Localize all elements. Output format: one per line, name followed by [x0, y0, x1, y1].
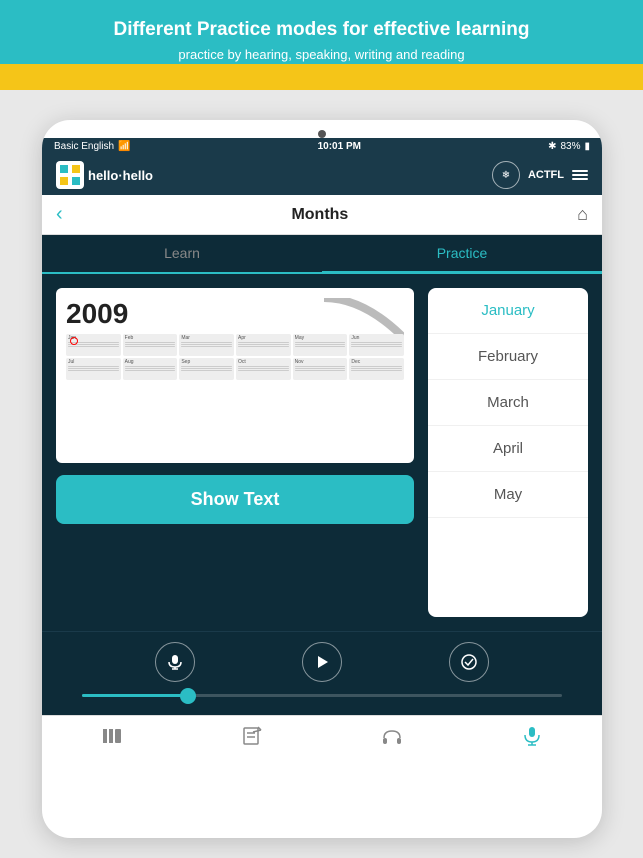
speak-icon: [520, 724, 544, 748]
headphones-icon: [380, 724, 404, 748]
actfl-logo: ❄: [492, 161, 520, 189]
carrier-name: Basic English: [54, 141, 114, 152]
tablet-frame: Basic English 📶 10:01 PM ✱ 83% ▮ hello·h…: [42, 120, 602, 838]
cal-month-jan: Jan: [66, 334, 121, 356]
calendar-decoration: [324, 298, 404, 338]
cal-month-aug: Aug: [123, 358, 178, 380]
app-header: hello·hello ❄ ACTFL: [42, 155, 602, 195]
tab-bar: Learn Practice: [42, 235, 602, 274]
main-content: Learn Practice 2009: [42, 235, 602, 715]
cal-month-jul: Jul: [66, 358, 121, 380]
cal-month-dec: Dec: [349, 358, 404, 380]
show-text-button[interactable]: Show Text: [56, 475, 414, 524]
cal-highlight: [70, 337, 78, 345]
nav-item-speak[interactable]: [520, 724, 544, 748]
cal-month-mar: Mar: [179, 334, 234, 356]
nav-item-write[interactable]: [240, 724, 264, 748]
progress-fill: [82, 694, 188, 697]
status-bar: Basic English 📶 10:01 PM ✱ 83% ▮: [42, 138, 602, 155]
calendar-grid: Jan Feb Mar: [66, 334, 404, 380]
tab-learn[interactable]: Learn: [42, 235, 322, 272]
content-panels: 2009 Jan: [42, 274, 602, 631]
status-time: 10:01 PM: [318, 141, 361, 152]
check-icon: [461, 654, 477, 670]
cal-month-jun: Jun: [349, 334, 404, 356]
camera-dot: [318, 130, 326, 138]
battery-icon: ▮: [584, 141, 590, 152]
cal-month-nov: Nov: [293, 358, 348, 380]
play-button[interactable]: [302, 642, 342, 682]
word-item-april[interactable]: April: [428, 426, 588, 472]
cal-month-apr: Apr: [236, 334, 291, 356]
bottom-nav: [42, 715, 602, 754]
nav-item-library[interactable]: [100, 724, 124, 748]
menu-button[interactable]: [572, 170, 588, 180]
check-button[interactable]: [449, 642, 489, 682]
play-icon: [315, 655, 329, 669]
left-panel: 2009 Jan: [56, 288, 414, 617]
page-title: Months: [291, 206, 348, 224]
progress-track[interactable]: [82, 694, 562, 697]
back-button[interactable]: ‹: [56, 203, 63, 226]
top-banner: Different Practice modes for effective l…: [0, 0, 643, 78]
word-list: January February March April May: [428, 288, 588, 518]
tab-practice[interactable]: Practice: [322, 235, 602, 274]
word-list-panel: January February March April May: [428, 288, 588, 617]
control-buttons: [42, 642, 602, 682]
library-icon: [100, 724, 124, 748]
cal-month-may: May: [293, 334, 348, 356]
banner-title: Different Practice modes for effective l…: [40, 18, 603, 43]
app-logo-icon: [56, 161, 84, 189]
actfl-text: ACTFL: [528, 169, 564, 181]
mic-button[interactable]: [155, 642, 195, 682]
home-button[interactable]: ⌂: [577, 204, 588, 225]
app-logo-text: hello·hello: [88, 168, 153, 183]
word-item-march[interactable]: March: [428, 380, 588, 426]
nav-bar: ‹ Months ⌂: [42, 195, 602, 235]
logo-container: hello·hello: [56, 161, 153, 189]
write-icon: [240, 724, 264, 748]
status-left: Basic English 📶: [54, 141, 130, 152]
word-item-may[interactable]: May: [428, 472, 588, 518]
banner-subtitle: practice by hearing, speaking, writing a…: [40, 47, 603, 62]
bluetooth-icon: ✱: [548, 141, 556, 152]
cal-month-oct: Oct: [236, 358, 291, 380]
calendar-image: 2009 Jan: [56, 288, 414, 463]
battery-level: 83%: [560, 141, 580, 152]
nav-item-listen[interactable]: [380, 724, 404, 748]
progress-thumb[interactable]: [180, 688, 196, 704]
wifi-icon: 📶: [118, 141, 130, 152]
cal-month-sep: Sep: [179, 358, 234, 380]
word-item-february[interactable]: February: [428, 334, 588, 380]
word-item-january[interactable]: January: [428, 288, 588, 334]
bottom-controls: [42, 631, 602, 715]
status-right: ✱ 83% ▮: [548, 141, 590, 152]
progress-container: [42, 694, 602, 697]
header-right: ❄ ACTFL: [492, 161, 588, 189]
mic-icon: [167, 654, 183, 670]
yellow-accent: [0, 64, 643, 78]
cal-month-feb: Feb: [123, 334, 178, 356]
